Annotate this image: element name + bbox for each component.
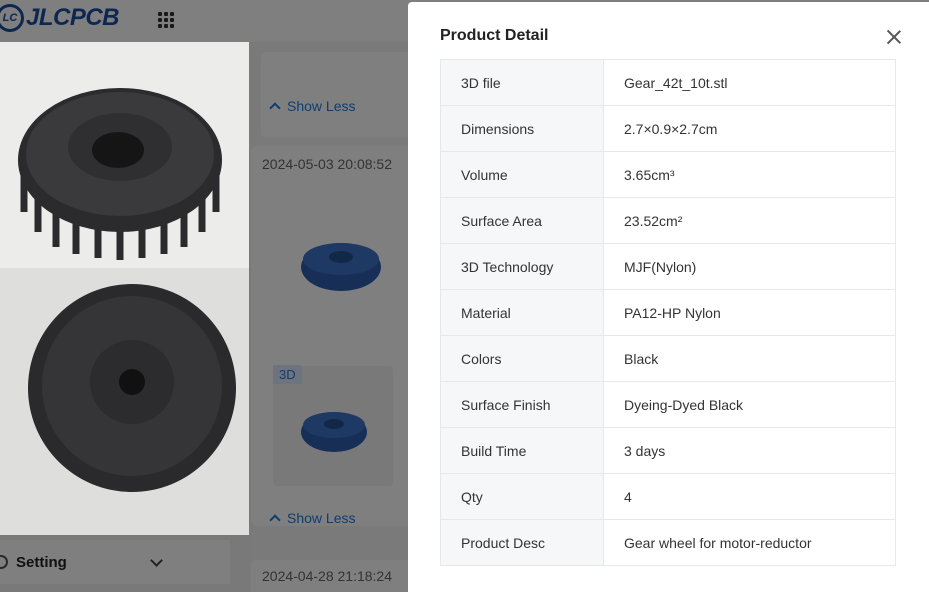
row-value: 4	[603, 473, 896, 520]
row-label: Volume	[440, 151, 604, 198]
row-label: 3D file	[440, 59, 604, 106]
row-label: Surface Finish	[440, 381, 604, 428]
row-value: PA12-HP Nylon	[603, 289, 896, 336]
table-row: 3D file Gear_42t_10t.stl	[440, 59, 896, 106]
row-label: Material	[440, 289, 604, 336]
table-row: Product Desc Gear wheel for motor-reducto…	[440, 519, 896, 566]
table-row: Qty 4	[440, 473, 896, 520]
row-value: 2.7×0.9×2.7cm	[603, 105, 896, 152]
gear-photo-bottom	[0, 268, 249, 535]
table-row: Surface Finish Dyeing-Dyed Black	[440, 381, 896, 428]
row-label: 3D Technology	[440, 243, 604, 290]
table-row: 3D Technology MJF(Nylon)	[440, 243, 896, 290]
row-value: 23.52cm²	[603, 197, 896, 244]
row-label: Dimensions	[440, 105, 604, 152]
product-detail-modal: Product Detail 3D file Gear_42t_10t.stl D…	[408, 2, 929, 592]
row-value: 3 days	[603, 427, 896, 474]
row-label: Build Time	[440, 427, 604, 474]
row-value: MJF(Nylon)	[603, 243, 896, 290]
table-row: Surface Area 23.52cm²	[440, 197, 896, 244]
row-label: Product Desc	[440, 519, 604, 566]
row-value: 3.65cm³	[603, 151, 896, 198]
row-value: Black	[603, 335, 896, 382]
modal-title: Product Detail	[440, 27, 549, 44]
row-value: Gear_42t_10t.stl	[603, 59, 896, 106]
row-value: Dyeing-Dyed Black	[603, 381, 896, 428]
close-icon[interactable]	[884, 27, 904, 47]
row-label: Colors	[440, 335, 604, 382]
row-value: Gear wheel for motor-reductor	[603, 519, 896, 566]
table-row: Volume 3.65cm³	[440, 151, 896, 198]
gear-photo-top	[0, 42, 249, 268]
table-row: Material PA12-HP Nylon	[440, 289, 896, 336]
row-label: Surface Area	[440, 197, 604, 244]
table-row: Colors Black	[440, 335, 896, 382]
product-detail-table: 3D file Gear_42t_10t.stl Dimensions 2.7×0.…	[440, 59, 896, 566]
row-label: Qty	[440, 473, 604, 520]
table-row: Dimensions 2.7×0.9×2.7cm	[440, 105, 896, 152]
table-row: Build Time 3 days	[440, 427, 896, 474]
